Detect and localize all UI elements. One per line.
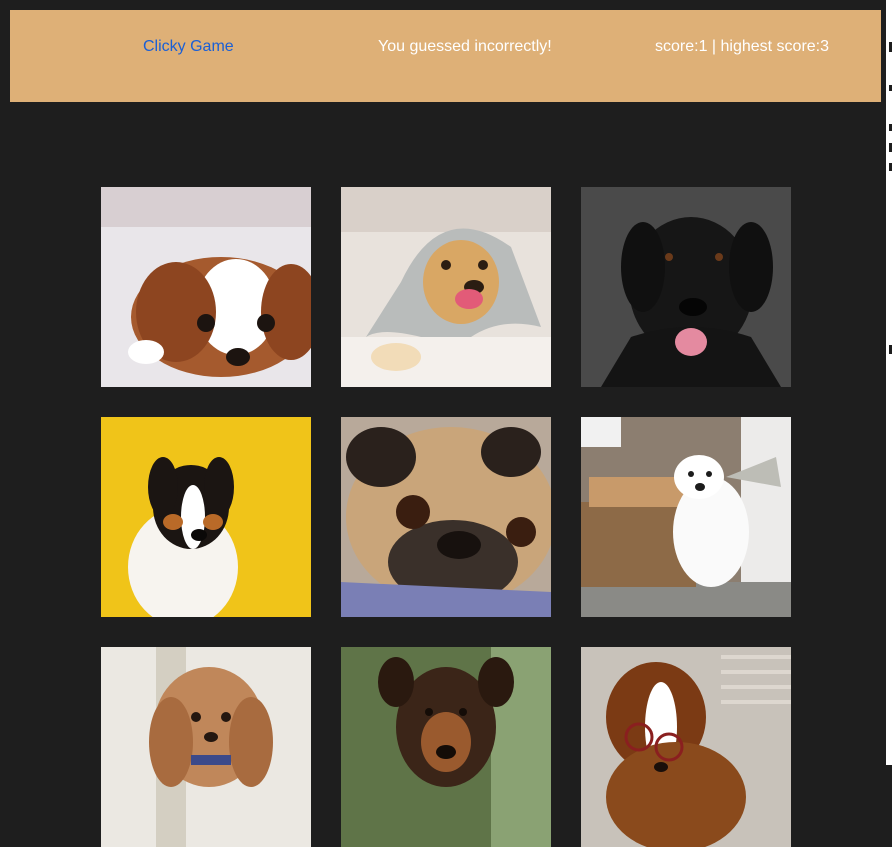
card-hound-mix[interactable] xyxy=(341,647,551,847)
golden-retriever-image xyxy=(341,187,551,387)
hound-mix-image xyxy=(341,647,551,847)
doodle-image xyxy=(101,647,311,847)
black-labrador-image xyxy=(581,187,791,387)
card-pug[interactable] xyxy=(341,417,551,617)
pug-image xyxy=(341,417,551,617)
card-australian-shepherd[interactable] xyxy=(101,417,311,617)
card-dog-with-glasses[interactable] xyxy=(581,647,791,847)
card-doodle[interactable] xyxy=(101,647,311,847)
brand-link[interactable]: Clicky Game xyxy=(143,37,234,57)
score-display: score:1 | highest score:3 xyxy=(655,38,830,55)
navbar: Clicky Game You guessed incorrectly! sco… xyxy=(10,10,881,102)
cavalier-puppy-image xyxy=(101,187,311,387)
card-cavalier-puppy[interactable] xyxy=(101,187,311,387)
window-edge xyxy=(886,0,892,765)
card-white-spitz[interactable] xyxy=(581,417,791,617)
dog-with-glasses-image xyxy=(581,647,791,847)
card-golden-retriever-blanket[interactable] xyxy=(341,187,551,387)
guess-status-message: You guessed incorrectly! xyxy=(378,38,552,55)
white-spitz-image xyxy=(581,417,791,617)
australian-shepherd-image xyxy=(101,417,311,617)
card-black-labrador[interactable] xyxy=(581,187,791,387)
